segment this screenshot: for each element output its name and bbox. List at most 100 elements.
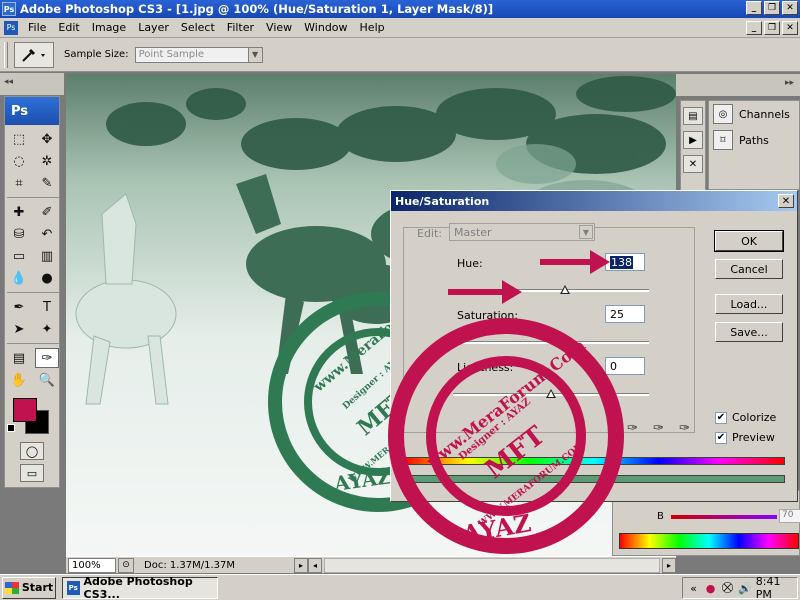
sample-size-dropdown[interactable]: Point Sample ▼	[134, 46, 263, 63]
volume-tray-icon[interactable]: 🔊	[738, 581, 752, 595]
close-button[interactable]: ✕	[782, 1, 798, 15]
healing-brush-tool-icon[interactable]: ✚	[7, 202, 31, 222]
blue-channel-label: B	[657, 511, 664, 522]
menu-layer[interactable]: Layer	[132, 21, 175, 34]
document-size-info: Doc: 1.37M/1.37M	[144, 559, 236, 571]
default-colors-icon[interactable]	[7, 424, 15, 432]
zoom-tool-icon[interactable]: 🔍	[35, 370, 59, 390]
crop-tool-icon[interactable]: ⌗	[7, 173, 31, 193]
window-title: Adobe Photoshop CS3 - [1.jpg @ 100% (Hue…	[20, 2, 494, 16]
photoshop-logo[interactable]: Ps	[5, 97, 59, 125]
pen-tool-icon[interactable]: ✒	[7, 297, 31, 317]
menu-image[interactable]: Image	[86, 21, 132, 34]
tool-divider	[7, 343, 59, 344]
menu-file[interactable]: File	[22, 21, 52, 34]
zoom-icon[interactable]: ⊙	[118, 557, 134, 573]
saturation-input[interactable]: 25	[605, 305, 645, 323]
hue-slider-thumb[interactable]	[559, 285, 570, 294]
eyedropper-tool-icon[interactable]: ✑	[35, 348, 59, 368]
custom-shape-tool-icon[interactable]: ✦	[35, 319, 59, 339]
tool-divider	[7, 292, 59, 293]
messenger-tray-icon[interactable]: ●	[704, 581, 717, 595]
history-brush-tool-icon[interactable]: ↶	[35, 224, 59, 244]
cancel-button[interactable]: Cancel	[715, 259, 783, 279]
collapse-chevron-icon[interactable]: ◂◂	[4, 77, 13, 87]
hue-input[interactable]: 138	[605, 253, 645, 271]
paths-tab[interactable]: ⌑ Paths	[709, 127, 799, 153]
paths-icon: ⌑	[713, 130, 733, 150]
tool-divider	[7, 197, 59, 198]
channels-tab[interactable]: ◎ Channels	[709, 101, 799, 127]
actions-panel-icon[interactable]: ▶	[683, 131, 703, 149]
blur-tool-icon[interactable]: 💧	[7, 268, 31, 288]
eraser-tool-icon[interactable]: ▭	[7, 246, 31, 266]
options-bar-grip[interactable]	[4, 41, 8, 68]
load-button[interactable]: Load...	[715, 294, 783, 314]
foreground-color-swatch[interactable]	[13, 398, 37, 422]
screen-mode-icon[interactable]: ▭	[20, 464, 44, 482]
edit-dropdown[interactable]: Master ▼	[449, 223, 595, 241]
network-tray-icon[interactable]: ⛒	[721, 581, 734, 595]
history-panel-icon[interactable]: ▤	[683, 107, 703, 125]
eyedropper-icon[interactable]: ✑	[627, 421, 638, 436]
preview-checkbox[interactable]: ✔ Preview	[715, 431, 775, 444]
gradient-tool-icon[interactable]: ▥	[35, 246, 59, 266]
path-selection-tool-icon[interactable]: ➤	[7, 319, 31, 339]
horizontal-scrollbar[interactable]	[324, 557, 660, 573]
lasso-tool-icon[interactable]: ◌	[7, 151, 31, 171]
tool-presets-panel-icon[interactable]: ✕	[683, 155, 703, 173]
dialog-title-bar[interactable]: Hue/Saturation ✕	[391, 191, 797, 211]
options-bar: Sample Size: Point Sample ▼	[0, 38, 800, 72]
type-tool-icon[interactable]: T	[35, 297, 59, 317]
menu-view[interactable]: View	[260, 21, 298, 34]
panel-dock-header[interactable]: ▸▸	[676, 74, 800, 96]
tools-panel-header[interactable]: ◂◂	[0, 73, 64, 95]
menu-filter[interactable]: Filter	[221, 21, 260, 34]
clone-stamp-tool-icon[interactable]: ⛁	[7, 224, 31, 244]
brush-tool-icon[interactable]: ✐	[35, 202, 59, 222]
move-tool-icon[interactable]: ✥	[35, 129, 59, 149]
hue-label: Hue:	[457, 257, 483, 270]
save-button[interactable]: Save...	[715, 322, 783, 342]
notes-tool-icon[interactable]: ▤	[7, 348, 31, 368]
lightness-input[interactable]: 0	[605, 357, 645, 375]
scroll-left-arrow-icon[interactable]: ◂	[308, 557, 322, 573]
scroll-right-arrow-icon[interactable]: ▸	[662, 557, 676, 573]
document-icon[interactable]: Ps	[4, 20, 18, 35]
menu-help[interactable]: Help	[354, 21, 391, 34]
doc-restore-button[interactable]: ❐	[764, 21, 780, 35]
ok-button[interactable]: OK	[714, 230, 784, 252]
tool-preset-picker[interactable]	[14, 41, 54, 68]
dialog-close-button[interactable]: ✕	[778, 194, 794, 208]
menu-select[interactable]: Select	[175, 21, 221, 34]
hand-tool-icon[interactable]: ✋	[7, 370, 31, 390]
menu-bar: Ps File Edit Image Layer Select Filter V…	[0, 18, 800, 38]
quick-mask-mode-icon[interactable]: ◯	[20, 442, 44, 460]
marquee-tool-icon[interactable]: ⬚	[7, 129, 31, 149]
color-spectrum-ramp[interactable]	[619, 533, 799, 549]
menu-edit[interactable]: Edit	[52, 21, 85, 34]
eyedropper-plus-icon[interactable]: ✑	[653, 421, 664, 436]
tray-expand-icon[interactable]: «	[687, 581, 700, 595]
title-bar[interactable]: Ps Adobe Photoshop CS3 - [1.jpg @ 100% (…	[0, 0, 800, 18]
maximize-button[interactable]: ❐	[764, 1, 780, 15]
channels-paths-panel: ◎ Channels ⌑ Paths	[708, 100, 800, 190]
magic-wand-tool-icon[interactable]: ✲	[35, 151, 59, 171]
doc-minimize-button[interactable]: _	[746, 21, 762, 35]
color-wells	[5, 394, 59, 438]
start-button[interactable]: Start	[2, 576, 56, 599]
sample-size-label: Sample Size:	[64, 49, 129, 60]
minimize-button[interactable]: _	[746, 1, 762, 15]
colorize-checkbox[interactable]: ✔ Colorize	[715, 411, 776, 424]
expand-chevron-icon[interactable]: ▸▸	[785, 78, 794, 88]
status-menu-arrow-icon[interactable]: ▸	[294, 557, 308, 573]
slice-tool-icon[interactable]: ✎	[35, 173, 59, 193]
doc-close-button[interactable]: ✕	[782, 21, 798, 35]
taskbar-photoshop-button[interactable]: Ps Adobe Photoshop CS3...	[62, 575, 218, 600]
blue-channel-slider[interactable]	[671, 515, 777, 519]
menu-window[interactable]: Window	[298, 21, 353, 34]
dodge-tool-icon[interactable]: ●	[35, 268, 59, 288]
blue-channel-value[interactable]: 70	[779, 509, 800, 523]
eyedropper-minus-icon[interactable]: ✑	[679, 421, 690, 436]
zoom-level-field[interactable]: 100%	[68, 557, 116, 573]
